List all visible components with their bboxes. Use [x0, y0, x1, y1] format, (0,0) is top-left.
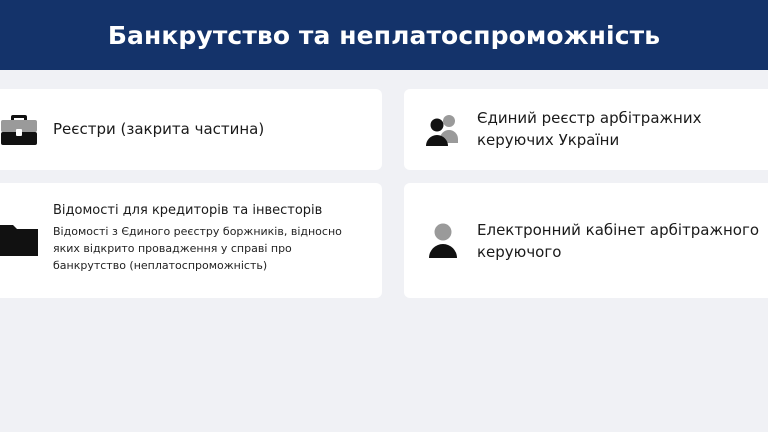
page-header: Банкрутство та неплатоспроможність	[0, 0, 768, 70]
registers-card-title: Реєстри (закрита частина)	[53, 120, 265, 138]
unified-register-card-title: Єдиний реєстр арбітражних керуючих Украї…	[477, 109, 702, 149]
folder-icon	[0, 223, 39, 261]
user-icon	[428, 223, 458, 262]
users-icon	[426, 113, 460, 151]
page-title: Банкрутство та неплатоспроможність	[107, 20, 661, 50]
creditors-info-card-description: Відомості з Єдиного реєстру боржників, в…	[53, 225, 342, 272]
creditors-info-card[interactable]: Відомості для кредиторів та інвесторів В…	[0, 183, 382, 298]
creditors-info-card-title: Відомості для кредиторів та інвесторів	[53, 203, 323, 218]
briefcase-icon	[0, 112, 38, 150]
unified-register-card[interactable]: Єдиний реєстр арбітражних керуючих Украї…	[404, 89, 768, 170]
electronic-cabinet-card[interactable]: Електронний кабінет арбітражного керуючо…	[404, 183, 768, 298]
electronic-cabinet-card-title: Електронний кабінет арбітражного керуючо…	[477, 221, 760, 261]
registers-card[interactable]: Реєстри (закрита частина)	[0, 89, 382, 170]
